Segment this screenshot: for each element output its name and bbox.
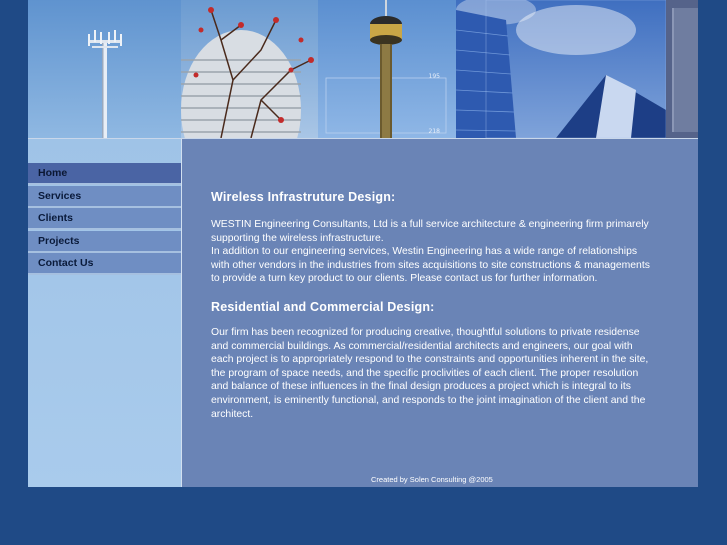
banner-image-sydney-tower: 195 218 [318,0,456,138]
nav-item-projects[interactable]: Projects [28,230,181,253]
banner-image-round-building [181,0,318,138]
header-banner: 195 218 [28,0,698,138]
glass-skyscraper-icon [456,0,666,138]
nav-item-home[interactable]: Home [28,163,181,185]
banner-image-edge [666,0,698,138]
wireless-line: supporting the wireless infrastructure. [211,232,384,244]
residential-line: and commercial buildings. As commercial/… [211,340,633,352]
nav-item-services[interactable]: Services [28,185,181,208]
sydney-tower-icon: 195 218 [325,0,447,138]
wireless-line: to provide a turn key product to our cli… [211,273,598,285]
residential-line: the program of space needs, and the spec… [211,367,639,379]
wireless-paragraph: WESTIN Engineering Consultants, Ltd is a… [211,218,686,286]
nav-menu: Home Services Clients Projects Contact U… [28,163,181,276]
sidebar: Home Services Clients Projects Contact U… [28,139,181,487]
banner-image-cell-tower [28,0,181,138]
svg-text:195: 195 [429,73,441,80]
nav-item-clients[interactable]: Clients [28,208,181,230]
svg-text:218: 218 [429,128,441,135]
footer-credit: Created by Solen Consulting @2005 [371,475,493,484]
residential-line: environment, is eminently functional, an… [211,394,646,406]
sidebar-separator [181,139,182,487]
round-building-icon [181,7,314,138]
residential-line: and balance of these influences in the f… [211,381,631,393]
residential-heading: Residential and Commercial Design: [211,300,435,314]
nav-item-contact-us[interactable]: Contact Us [28,253,181,275]
wireless-line: WESTIN Engineering Consultants, Ltd is a… [211,219,649,230]
banner-image-glass-skyscraper [456,0,666,138]
page-container: 195 218 Home Services Clients Projects C… [28,0,698,487]
wireless-heading: Wireless Infrastruture Design: [211,190,396,204]
residential-line: Our firm has been recognized for produci… [211,327,640,338]
wireless-line: with other vendors in the industries fro… [211,259,650,271]
residential-paragraph: Our firm has been recognized for produci… [211,326,686,421]
residential-line: each project is to appropriately respond… [211,354,649,366]
wireless-line: In addition to our engineering services,… [211,246,638,258]
cell-tower-icon [88,30,122,138]
residential-line: architect. [211,408,254,420]
